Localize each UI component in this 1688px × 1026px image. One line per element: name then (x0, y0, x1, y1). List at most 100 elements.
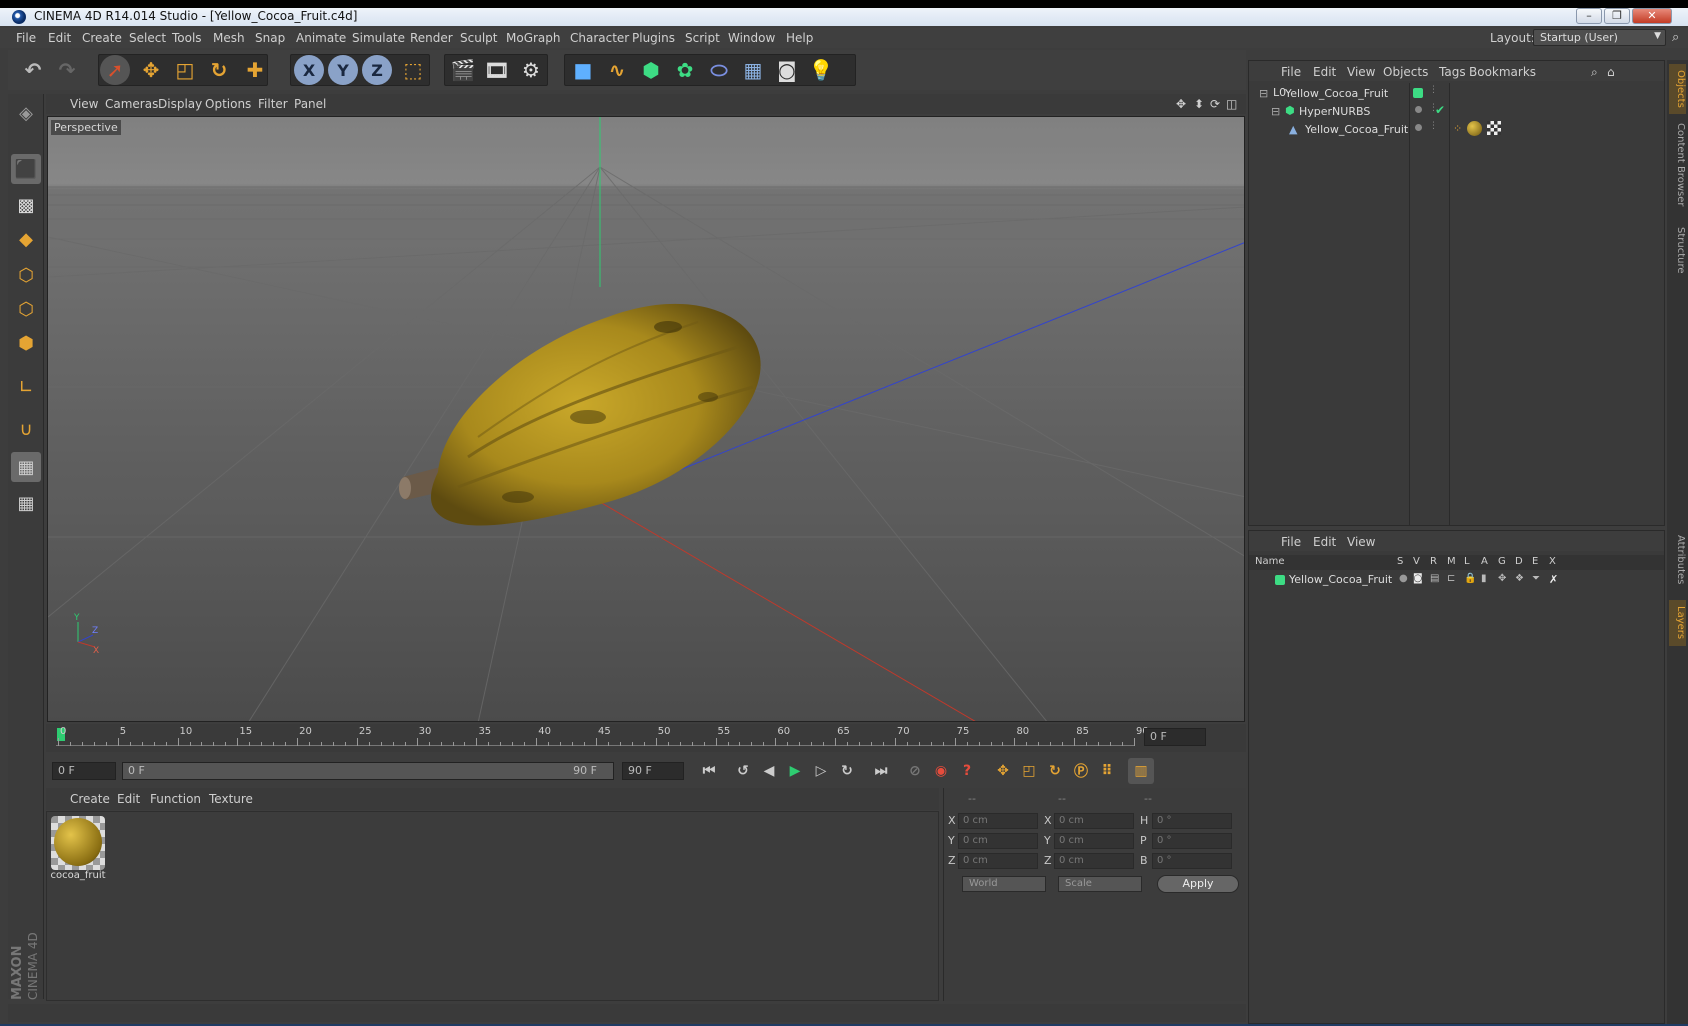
locked-workplane-icon[interactable]: ▦ (11, 488, 41, 518)
render-toggle-icon[interactable]: ▤ (1430, 573, 1439, 584)
objects-menu-bookmarks[interactable]: Bookmarks (1469, 65, 1536, 79)
viewport-camera-label[interactable]: Perspective (51, 120, 121, 135)
generator-toggle-icon[interactable]: ✥ (1498, 573, 1506, 584)
render-view-icon[interactable]: 🎬 (448, 55, 478, 85)
material-menu-function[interactable]: Function (150, 792, 201, 806)
tab-attributes[interactable]: Attributes (1669, 530, 1686, 590)
enabled-check-icon[interactable]: ✔ (1435, 103, 1445, 117)
camera-icon[interactable]: ◙ (772, 55, 802, 85)
key-rotation-icon[interactable]: ↻ (1042, 758, 1068, 784)
viewport-menu-filter[interactable]: Filter (258, 97, 288, 111)
timeline-ruler[interactable]: 0 5 10 15 20 25 30 35 40 45 50 55 60 65 70 75 80 85 90 0 F (46, 724, 1246, 752)
autokey-icon[interactable]: ◉ (928, 758, 954, 784)
lock-toggle-icon[interactable]: 🔒 (1464, 573, 1476, 584)
spline-icon[interactable]: ∿ (602, 55, 632, 85)
objects-menu-view[interactable]: View (1347, 65, 1375, 79)
maximize-button[interactable]: ❐ (1604, 8, 1630, 24)
model-mode-icon[interactable]: ⬛ (11, 154, 41, 184)
next-key-icon[interactable]: ↻ (834, 758, 860, 784)
size-x-field[interactable]: 0 cm (1054, 813, 1134, 829)
tab-layers[interactable]: Layers (1669, 600, 1686, 646)
end-frame-field[interactable]: 90 F (622, 762, 684, 780)
viewport-menu-view[interactable]: View (70, 97, 98, 111)
viewport-rotate-icon[interactable]: ⟳ (1210, 97, 1220, 111)
play-icon[interactable]: ▶ (782, 758, 808, 784)
position-z-field[interactable]: 0 cm (958, 853, 1038, 869)
menu-sculpt[interactable]: Sculpt (460, 31, 497, 45)
viewport-menu-panel[interactable]: Panel (294, 97, 326, 111)
phong-tag-icon[interactable]: ⁘ (1453, 122, 1462, 135)
object-row[interactable]: ⊟ L0 Yellow_Cocoa_Fruit ⋮ (1249, 85, 1664, 103)
material-menu-create[interactable]: Create (70, 792, 110, 806)
timeline-window-icon[interactable]: ▥ (1128, 758, 1154, 784)
polygons-mode-icon[interactable]: ⬢ (11, 328, 41, 358)
layer-row[interactable]: Yellow_Cocoa_Fruit ● ◙ ▤ ⊏ 🔒 ▮ ✥ ❖ ⏷ ✗ (1249, 571, 1664, 589)
material-swatch[interactable]: cocoa_fruit (49, 814, 107, 884)
go-to-start-icon[interactable]: ⏮ (696, 758, 722, 784)
column-visible[interactable]: V (1413, 556, 1420, 567)
menu-mograph[interactable]: MoGraph (506, 31, 561, 45)
key-parameter-icon[interactable]: Ⓟ (1068, 758, 1094, 784)
expand-icon[interactable]: ⊟ (1271, 105, 1280, 118)
column-manager[interactable]: M (1447, 556, 1456, 567)
column-solo[interactable]: S (1397, 556, 1403, 567)
material-menu-edit[interactable]: Edit (117, 792, 140, 806)
menu-render[interactable]: Render (410, 31, 453, 45)
expression-toggle-icon[interactable]: ⏷ (1532, 573, 1540, 584)
make-editable-icon[interactable]: ◈ (11, 98, 41, 128)
tab-objects[interactable]: Objects (1669, 64, 1686, 114)
floor-scene-icon[interactable]: ▦ (738, 55, 768, 85)
menu-tools[interactable]: Tools (172, 31, 202, 45)
go-to-end-icon[interactable]: ⏭ (868, 758, 894, 784)
rotate-tool-icon[interactable]: ↻ (204, 55, 234, 85)
menu-plugins[interactable]: Plugins (632, 31, 675, 45)
menu-simulate[interactable]: Simulate (352, 31, 405, 45)
frame-range-slider[interactable]: 0 F 90 F (122, 762, 614, 780)
axis-mode-icon[interactable]: ∟ (11, 372, 41, 402)
layer-color-swatch[interactable] (1275, 575, 1285, 585)
axis-z-lock-button[interactable]: Z (362, 55, 392, 85)
column-name[interactable]: Name (1255, 556, 1285, 567)
magnet-snap-icon[interactable]: ∪ (11, 414, 41, 444)
editor-visibility-dot[interactable] (1415, 106, 1422, 113)
redo-icon[interactable]: ↷ (52, 55, 82, 85)
layers-menu-file[interactable]: File (1281, 535, 1301, 549)
coordinate-space-dropdown[interactable]: World (962, 876, 1046, 892)
size-z-field[interactable]: 0 cm (1054, 853, 1134, 869)
apply-button[interactable]: Apply (1157, 875, 1239, 893)
position-x-field[interactable]: 0 cm (958, 813, 1038, 829)
3d-viewport[interactable]: Y Z X Perspective (47, 116, 1245, 722)
previous-frame-icon[interactable]: ◀ (756, 758, 782, 784)
axis-x-lock-button[interactable]: X (294, 55, 324, 85)
menu-create[interactable]: Create (82, 31, 122, 45)
uvw-tag-icon[interactable] (1487, 121, 1501, 135)
layout-dropdown[interactable]: Startup (User) ▼ (1533, 29, 1666, 46)
objects-menu-file[interactable]: File (1281, 65, 1301, 79)
light-icon[interactable]: 💡 (806, 55, 836, 85)
objects-menu-edit[interactable]: Edit (1313, 65, 1336, 79)
coordinate-mode-dropdown[interactable]: Scale (1058, 876, 1142, 892)
menu-file[interactable]: File (16, 31, 36, 45)
points-mode-icon[interactable]: ⬡ (11, 260, 41, 290)
coordinate-system-icon[interactable]: ⬚ (398, 55, 428, 85)
animation-toggle-icon[interactable]: ▮ (1481, 573, 1487, 584)
column-animation[interactable]: A (1481, 556, 1488, 567)
size-y-field[interactable]: 0 cm (1054, 833, 1134, 849)
current-frame-field[interactable]: 0 F (1144, 728, 1206, 746)
keyframe-selection-icon[interactable]: ? (954, 758, 980, 784)
close-button[interactable]: ✕ (1632, 8, 1672, 24)
solo-toggle-icon[interactable]: ● (1399, 573, 1408, 584)
object-row[interactable]: ⊟ ⬢ HyperNURBS ⋮ ✔ (1249, 103, 1664, 121)
rotation-h-field[interactable]: 0 ° (1152, 813, 1232, 829)
menu-character[interactable]: Character (570, 31, 629, 45)
axis-y-lock-button[interactable]: Y (328, 55, 358, 85)
menu-select[interactable]: Select (129, 31, 166, 45)
scale-tool-icon[interactable]: ◰ (170, 55, 200, 85)
object-row[interactable]: ▲ Yellow_Cocoa_Fruit ⋮ ⁘ (1249, 121, 1664, 139)
key-pla-icon[interactable]: ⠿ (1094, 758, 1120, 784)
render-settings-icon[interactable]: ⚙ (516, 55, 546, 85)
material-tag-icon[interactable] (1467, 121, 1482, 136)
add-object-icon[interactable]: ✚ (240, 55, 270, 85)
column-expressions[interactable]: E (1532, 556, 1538, 567)
viewport-move-icon[interactable]: ✥ (1176, 97, 1186, 111)
